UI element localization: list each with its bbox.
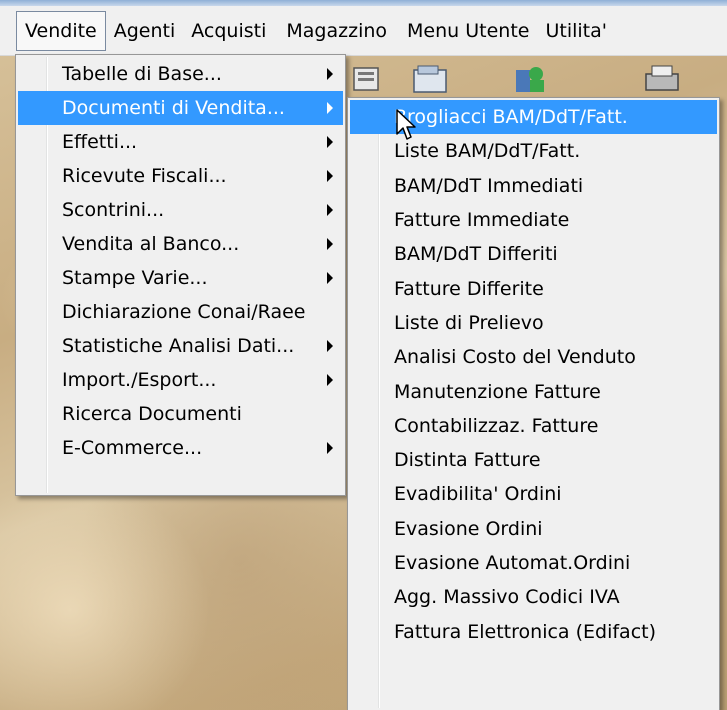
menu-item-ricevute-fiscali[interactable]: Ricevute Fiscali... [18, 159, 343, 193]
menu-bar: Vendite Agenti Acquisti Magazzino Menu U… [0, 6, 727, 56]
menu-item-label: E-Commerce... [62, 437, 203, 459]
menu-item-label: Agg. Massivo Codici IVA [394, 586, 620, 609]
menu-item-fatture-immediate[interactable]: Fatture Immediate [350, 203, 717, 237]
menu-agenti[interactable]: Agenti [106, 11, 184, 51]
menu-item-label: Liste BAM/DdT/Fatt. [394, 140, 581, 163]
menu-item-analisi-costo-venduto[interactable]: Analisi Costo del Venduto [350, 340, 717, 374]
menu-item-liste-bam[interactable]: Liste BAM/DdT/Fatt. [350, 134, 717, 168]
folder-icon[interactable] [410, 62, 448, 96]
submenu-arrow-icon [327, 374, 333, 386]
menu-item-label: Evadibilita' Ordini [394, 483, 562, 506]
vendite-dropdown: Tabelle di Base... Documenti di Vendita.… [15, 54, 346, 496]
menu-item-label: Dichiarazione Conai/Raee [62, 301, 306, 323]
menu-item-tabelle-di-base[interactable]: Tabelle di Base... [18, 57, 343, 91]
menu-item-label: Analisi Costo del Venduto [394, 346, 636, 369]
menu-item-vendita-al-banco[interactable]: Vendita al Banco... [18, 227, 343, 261]
menu-item-evadibilita-ordini[interactable]: Evadibilita' Ordini [350, 477, 717, 511]
document-icon[interactable] [348, 62, 386, 96]
menu-item-label: Tabelle di Base... [62, 63, 222, 85]
menu-utilita[interactable]: Utilita' [537, 11, 615, 51]
menu-item-statistiche-analisi-dati[interactable]: Statistiche Analisi Dati... [18, 329, 343, 363]
toolbar [340, 62, 727, 102]
menu-acquisti[interactable]: Acquisti [183, 11, 274, 51]
submenu-arrow-icon [327, 204, 333, 216]
menu-item-bam-ddt-differiti[interactable]: BAM/DdT Differiti [350, 237, 717, 271]
menu-item-e-commerce[interactable]: E-Commerce... [18, 431, 343, 465]
menu-item-label: Distinta Fatture [394, 449, 541, 472]
menu-item-fatture-differite[interactable]: Fatture Differite [350, 271, 717, 305]
submenu-arrow-icon [327, 102, 333, 114]
menu-item-label: Ricerca Documenti [62, 403, 242, 425]
menu-item-brogliacci[interactable]: Brogliacci BAM/DdT/Fatt. [350, 100, 717, 135]
menu-item-label: Stampe Varie... [62, 267, 208, 289]
menu-item-fattura-elettronica[interactable]: Fattura Elettronica (Edifact) [350, 614, 717, 648]
menu-item-agg-massivo-codici-iva[interactable]: Agg. Massivo Codici IVA [350, 580, 717, 614]
menu-item-effetti[interactable]: Effetti... [18, 125, 343, 159]
users-icon[interactable] [510, 62, 548, 96]
menu-item-label: Fatture Immediate [394, 209, 570, 232]
menu-item-label: Effetti... [62, 131, 138, 153]
menu-item-label: Fattura Elettronica (Edifact) [394, 620, 657, 643]
menu-item-label: Brogliacci BAM/DdT/Fatt. [394, 106, 628, 129]
menu-item-label: Statistiche Analisi Dati... [62, 335, 295, 357]
menu-item-contabilizzaz-fatture[interactable]: Contabilizzaz. Fatture [350, 409, 717, 443]
menu-item-label: Liste di Prelievo [394, 311, 544, 334]
menu-item-label: Evasione Automat.Ordini [394, 552, 631, 574]
menu-item-distinta-fatture[interactable]: Distinta Fatture [350, 443, 717, 477]
menu-vendite[interactable]: Vendite [16, 10, 106, 51]
submenu-arrow-icon [327, 340, 333, 352]
menu-item-label: Ricevute Fiscali... [62, 165, 227, 187]
menu-magazzino[interactable]: Magazzino [278, 11, 395, 51]
menu-item-label: Documenti di Vendita... [62, 97, 285, 119]
submenu-arrow-icon [327, 136, 333, 148]
menu-item-label: Import./Esport... [62, 369, 217, 391]
menu-item-label: Evasione Ordini [394, 517, 543, 540]
menu-item-import-esport[interactable]: Import./Esport... [18, 363, 343, 397]
menu-item-manutenzione-fatture[interactable]: Manutenzione Fatture [350, 374, 717, 408]
menu-item-label: Scontrini... [62, 199, 165, 221]
submenu-arrow-icon [327, 238, 333, 250]
printer-icon[interactable] [640, 62, 679, 96]
menu-item-liste-di-prelievo[interactable]: Liste di Prelievo [350, 306, 717, 340]
menu-item-label: BAM/DdT Differiti [394, 243, 558, 266]
submenu-arrow-icon [327, 272, 333, 284]
menu-item-evasione-automat-ordini[interactable]: Evasione Automat.Ordini [350, 546, 717, 580]
menu-menu-utente[interactable]: Menu Utente [399, 11, 537, 51]
menu-item-label: Fatture Differite [394, 277, 544, 300]
submenu-arrow-icon [327, 170, 333, 182]
menu-item-ricerca-documenti[interactable]: Ricerca Documenti [18, 397, 343, 431]
menu-item-stampe-varie[interactable]: Stampe Varie... [18, 261, 343, 295]
menu-item-evasione-ordini[interactable]: Evasione Ordini [350, 512, 717, 546]
menu-item-label: BAM/DdT Immediati [394, 174, 584, 197]
menu-item-scontrini[interactable]: Scontrini... [18, 193, 343, 227]
submenu-arrow-icon [327, 68, 333, 80]
menu-item-documenti-di-vendita[interactable]: Documenti di Vendita... [18, 91, 343, 125]
documenti-di-vendita-submenu: Brogliacci BAM/DdT/Fatt. Liste BAM/DdT/F… [347, 97, 720, 710]
menu-item-dichiarazione-conai[interactable]: Dichiarazione Conai/Raee [18, 295, 343, 329]
menu-item-label: Vendita al Banco... [62, 233, 240, 255]
submenu-arrow-icon [327, 442, 333, 454]
menu-item-label: Contabilizzaz. Fatture [394, 414, 599, 437]
menu-item-label: Manutenzione Fatture [394, 380, 601, 403]
menu-item-bam-ddt-immediati[interactable]: BAM/DdT Immediati [350, 169, 717, 203]
